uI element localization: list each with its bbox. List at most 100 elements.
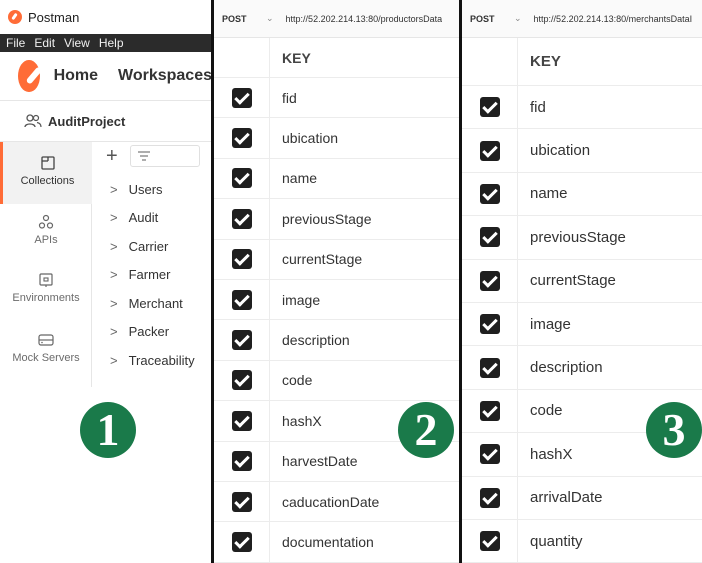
checkbox-cell xyxy=(214,481,270,522)
table-row: fid xyxy=(462,86,702,130)
chevron-right-icon: > xyxy=(110,239,118,254)
menu-file[interactable]: File xyxy=(6,36,25,50)
checkbox-cell xyxy=(462,129,518,172)
row-checkbox-checked[interactable] xyxy=(479,400,500,421)
collection-item-packer[interactable]: > Packer xyxy=(110,324,169,339)
key-cell[interactable]: previousStage xyxy=(270,211,372,227)
key-cell[interactable]: description xyxy=(518,359,603,376)
tab-collections[interactable]: Collections xyxy=(0,142,92,204)
url-input[interactable]: http://52.202.214.13:80/merchantsDataI xyxy=(534,14,693,24)
row-checkbox-checked[interactable] xyxy=(231,208,252,229)
collection-item-audit[interactable]: > Audit xyxy=(110,210,158,225)
row-checkbox-checked[interactable] xyxy=(231,491,252,512)
key-cell[interactable]: image xyxy=(270,292,320,308)
row-checkbox-checked[interactable] xyxy=(231,531,252,552)
tab-label: Environments xyxy=(12,292,80,304)
key-cell[interactable]: code xyxy=(518,402,563,419)
key-cell[interactable]: documentation xyxy=(270,534,374,550)
collection-item-users[interactable]: > Users xyxy=(110,182,163,197)
row-checkbox-checked[interactable] xyxy=(479,487,500,508)
request-url-bar: POST ⌄ http://52.202.214.13:80/merchants… xyxy=(462,0,702,38)
table-row: description xyxy=(214,320,459,361)
key-cell[interactable]: caducationDate xyxy=(270,494,379,510)
chevron-down-icon[interactable]: ⌄ xyxy=(266,13,274,24)
row-checkbox-checked[interactable] xyxy=(231,330,252,351)
key-cell[interactable]: description xyxy=(270,332,350,348)
postman-home-logo-icon[interactable] xyxy=(18,60,40,92)
row-checkbox-checked[interactable] xyxy=(479,140,500,161)
key-cell[interactable]: harvestDate xyxy=(270,453,357,469)
key-cell[interactable]: name xyxy=(518,185,568,202)
url-input[interactable]: http://52.202.214.13:80/productorsData xyxy=(286,14,443,24)
key-cell[interactable]: currentStage xyxy=(270,251,362,267)
workspace-header[interactable]: AuditProject xyxy=(0,101,212,141)
row-checkbox-checked[interactable] xyxy=(231,451,252,472)
collection-item-merchant[interactable]: > Merchant xyxy=(110,296,183,311)
row-checkbox-checked[interactable] xyxy=(479,531,500,552)
row-checkbox-checked[interactable] xyxy=(231,370,252,391)
table-row: currentStage xyxy=(214,239,459,280)
row-checkbox-checked[interactable] xyxy=(231,168,252,189)
row-checkbox-checked[interactable] xyxy=(231,249,252,270)
key-cell[interactable]: hashX xyxy=(518,446,573,463)
checkbox-cell xyxy=(462,346,518,389)
nav-home[interactable]: Home xyxy=(54,67,98,85)
key-cell[interactable]: code xyxy=(270,372,312,388)
table-row: image xyxy=(214,279,459,321)
table-row: previousStage xyxy=(462,216,702,260)
checkbox-cell xyxy=(214,239,270,279)
row-checkbox-checked[interactable] xyxy=(479,183,500,204)
row-checkbox-checked[interactable] xyxy=(231,289,252,310)
menu-view[interactable]: View xyxy=(64,36,90,50)
row-checkbox-checked[interactable] xyxy=(479,270,500,291)
key-cell[interactable]: fid xyxy=(518,99,546,116)
menu-help[interactable]: Help xyxy=(99,36,124,50)
key-cell[interactable]: previousStage xyxy=(518,229,626,246)
collection-item-carrier[interactable]: > Carrier xyxy=(110,239,168,254)
method-select[interactable]: POST xyxy=(470,14,514,24)
collection-item-farmer[interactable]: > Farmer xyxy=(110,267,170,282)
sidebar-tabs: Collections APIs Environments Mock Serve… xyxy=(0,142,92,387)
collection-item-traceability[interactable]: > Traceability xyxy=(110,353,195,368)
key-cell[interactable]: quantity xyxy=(518,533,583,550)
row-checkbox-checked[interactable] xyxy=(231,87,252,108)
key-cell[interactable]: hashX xyxy=(270,413,322,429)
row-checkbox-checked[interactable] xyxy=(479,97,500,118)
step-badge-1: 1 xyxy=(80,402,136,458)
environments-icon xyxy=(39,273,53,287)
row-checkbox-checked[interactable] xyxy=(479,227,500,248)
chevron-right-icon: > xyxy=(110,182,118,197)
key-cell[interactable]: fid xyxy=(270,90,297,106)
tab-environments[interactable]: Environments xyxy=(0,272,92,304)
row-checkbox-checked[interactable] xyxy=(231,128,252,149)
checkbox-cell xyxy=(462,172,518,216)
tab-mock-servers[interactable]: Mock Servers xyxy=(0,332,92,364)
table-row: previousStage xyxy=(214,199,459,240)
menu-edit[interactable]: Edit xyxy=(34,36,55,50)
table-row: arrivalDate xyxy=(462,476,702,520)
new-collection-plus-icon[interactable]: + xyxy=(106,146,118,166)
filter-input[interactable] xyxy=(129,145,200,167)
table-row: caducationDate xyxy=(214,481,459,523)
step-badge-3: 3 xyxy=(646,402,702,458)
key-cell[interactable]: arrivalDate xyxy=(518,489,603,506)
table-row: currentStage xyxy=(462,259,702,303)
nav-workspaces[interactable]: Workspaces xyxy=(118,67,212,85)
row-checkbox-checked[interactable] xyxy=(479,314,500,335)
key-cell[interactable]: image xyxy=(518,316,571,333)
key-cell[interactable]: currentStage xyxy=(518,272,616,289)
row-checkbox-checked[interactable] xyxy=(231,410,252,431)
chevron-down-icon[interactable]: ⌄ xyxy=(514,13,522,24)
key-cell[interactable]: ubication xyxy=(518,142,590,159)
checkbox-cell xyxy=(214,441,270,481)
request-url-bar: POST ⌄ http://52.202.214.13:80/productor… xyxy=(214,0,459,38)
checkbox-cell xyxy=(462,302,518,346)
key-cell[interactable]: ubication xyxy=(270,130,338,146)
method-select[interactable]: POST xyxy=(222,14,266,24)
tab-apis[interactable]: APIs xyxy=(0,214,92,246)
row-checkbox-checked[interactable] xyxy=(479,444,500,465)
key-cell[interactable]: name xyxy=(270,170,317,186)
checkbox-cell xyxy=(462,389,518,433)
row-checkbox-checked[interactable] xyxy=(479,357,500,378)
checkbox-cell xyxy=(462,433,518,476)
